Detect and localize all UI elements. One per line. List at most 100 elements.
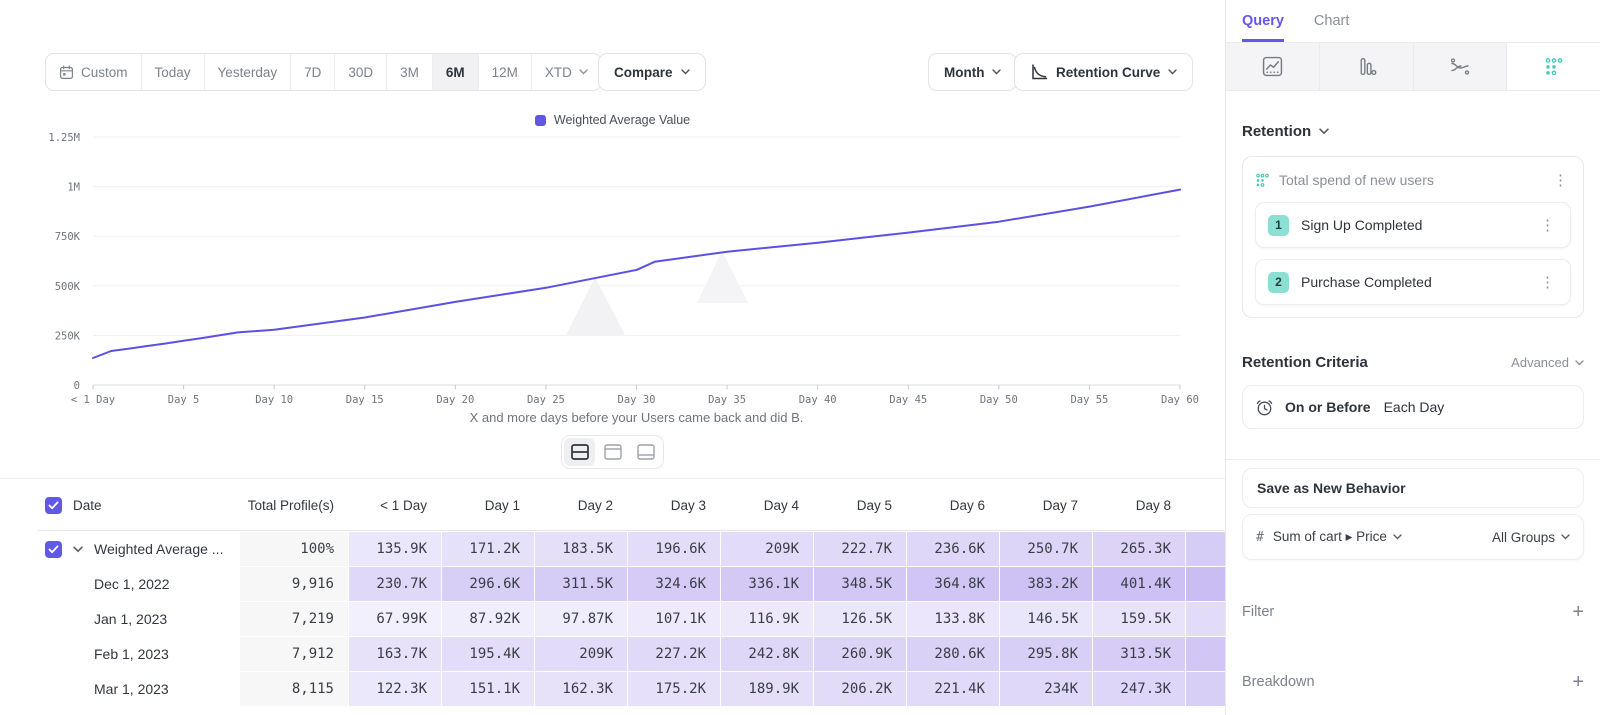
column-header-day-4[interactable]: Day 4 xyxy=(720,481,813,530)
query-panel: Query Chart xyxy=(1225,0,1600,715)
add-filter-button[interactable]: + xyxy=(1572,602,1584,622)
column-header-total-profile-s-[interactable]: Total Profile(s) xyxy=(240,481,348,530)
retention-grid-icon xyxy=(1544,57,1564,77)
measure-property-dropdown[interactable]: Sum of cart ▸ Price xyxy=(1273,529,1483,545)
retention-curve-icon xyxy=(1030,63,1048,81)
results-table: DateTotal Profile(s)< 1 DayDay 1Day 2Day… xyxy=(38,481,1225,706)
column-header-day-2[interactable]: Day 2 xyxy=(534,481,627,530)
tab-retention[interactable] xyxy=(1507,43,1600,90)
behavior-step-1[interactable]: 1 Sign Up Completed ⋮ xyxy=(1255,202,1571,248)
range-custom[interactable]: Custom xyxy=(46,54,141,90)
range-12m[interactable]: 12M xyxy=(478,54,531,90)
value-cell: 364.8K xyxy=(906,567,999,601)
step-number-badge: 2 xyxy=(1268,272,1289,293)
behavior-step-2[interactable]: 2 Purchase Completed ⋮ xyxy=(1255,259,1571,305)
chevron-down-icon xyxy=(1393,534,1402,540)
column-header-day-6[interactable]: Day 6 xyxy=(906,481,999,530)
clipped-column-header xyxy=(1185,481,1225,530)
row-label-cell[interactable]: Jan 1, 2023 xyxy=(38,602,240,636)
svg-text:0: 0 xyxy=(74,380,80,392)
date-range-group: CustomToday Yesterday 7D 30D 3M6M12M XTD xyxy=(45,53,602,91)
filter-label: Filter xyxy=(1242,604,1274,620)
tab-flow-chart[interactable] xyxy=(1414,43,1508,90)
svg-text:750K: 750K xyxy=(55,231,81,243)
row-label-cell[interactable]: Feb 1, 2023 xyxy=(38,637,240,671)
row-checkbox[interactable] xyxy=(45,541,62,558)
column-header-day-1[interactable]: Day 1 xyxy=(441,481,534,530)
svg-text:Day 30: Day 30 xyxy=(618,394,656,406)
row-label: Weighted Average ... xyxy=(94,541,223,557)
value-cell: 230.7K xyxy=(348,567,441,601)
main-area: CustomToday Yesterday 7D 30D 3M6M12M XTD Comp… xyxy=(0,0,1225,715)
row-label-cell[interactable]: Dec 1, 2022 xyxy=(38,567,240,601)
row-checkbox[interactable] xyxy=(45,497,62,514)
value-cell: 175.2K xyxy=(627,672,720,706)
retention-chart[interactable]: 0250K500K750K1M1.25M< 1 DayDay 5Day 10Da… xyxy=(0,130,1225,410)
chevron-down-icon xyxy=(579,69,588,75)
step-label: Sign Up Completed xyxy=(1301,217,1525,233)
row-label: Dec 1, 2022 xyxy=(94,576,170,592)
tab-query[interactable]: Query xyxy=(1242,0,1284,42)
value-cell: 280.6K xyxy=(906,637,999,671)
column-header-date[interactable]: Date xyxy=(38,481,240,530)
value-cell: 247.3K xyxy=(1092,672,1185,706)
chart-legend: Weighted Average Value xyxy=(0,113,1225,127)
value-cell: 206.2K xyxy=(813,672,906,706)
behavior-title: Total spend of new users xyxy=(1279,172,1541,188)
tab-line-chart[interactable] xyxy=(1226,43,1320,90)
expand-row-icon[interactable] xyxy=(73,546,83,553)
range-label: XTD xyxy=(545,65,572,80)
range-yesterday[interactable]: Yesterday xyxy=(204,54,291,90)
value-cell: 146.5K xyxy=(999,602,1092,636)
range-3m[interactable]: 3M xyxy=(386,54,432,90)
column-header-day-3[interactable]: Day 3 xyxy=(627,481,720,530)
range-6m[interactable]: 6M xyxy=(432,54,478,90)
advanced-label: Advanced xyxy=(1511,355,1569,370)
chart-type-button[interactable]: Retention Curve xyxy=(1014,53,1193,91)
all-groups-dropdown[interactable]: All Groups xyxy=(1492,530,1570,545)
filter-section: Filter + xyxy=(1242,602,1584,622)
tab-chart[interactable]: Chart xyxy=(1314,0,1349,42)
svg-text:Day 60: Day 60 xyxy=(1161,394,1199,406)
value-cell: 348.5K xyxy=(813,567,906,601)
clipped-value-cell xyxy=(1185,672,1225,706)
top-panel-layout-button[interactable] xyxy=(597,438,628,466)
step-kebab-menu[interactable]: ⋮ xyxy=(1537,275,1558,290)
tab-chart-label: Chart xyxy=(1314,13,1349,29)
total-profiles-cell: 9,916 xyxy=(240,567,348,601)
chevron-down-icon xyxy=(1575,360,1584,366)
add-breakdown-button[interactable]: + xyxy=(1572,672,1584,692)
chart-caption: X and more days before your Users came b… xyxy=(93,410,1180,425)
range-30d[interactable]: 30D xyxy=(334,54,386,90)
column-header-day-5[interactable]: Day 5 xyxy=(813,481,906,530)
value-cell: 260.9K xyxy=(813,637,906,671)
tab-bar-chart[interactable] xyxy=(1320,43,1414,90)
retention-section-label: Retention xyxy=(1242,123,1311,140)
column-header-day-8[interactable]: Day 8 xyxy=(1092,481,1185,530)
criteria-condition-card[interactable]: On or Before Each Day xyxy=(1242,385,1584,429)
column-header--1-day[interactable]: < 1 Day xyxy=(348,481,441,530)
compare-button[interactable]: Compare xyxy=(598,53,706,91)
save-as-new-behavior-button[interactable]: Save as New Behavior xyxy=(1242,468,1584,508)
all-groups-label: All Groups xyxy=(1492,530,1555,545)
granularity-button[interactable]: Month xyxy=(928,53,1017,91)
bottom-panel-layout-button[interactable] xyxy=(630,438,661,466)
svg-text:< 1 Day: < 1 Day xyxy=(71,394,115,406)
range-label: 30D xyxy=(348,65,373,80)
range-7d[interactable]: 7D xyxy=(290,54,334,90)
column-header-day-7[interactable]: Day 7 xyxy=(999,481,1092,530)
row-label-cell[interactable]: Weighted Average ... xyxy=(38,532,240,566)
behavior-kebab-menu[interactable]: ⋮ xyxy=(1550,173,1571,188)
legend-label: Weighted Average Value xyxy=(554,113,690,127)
step-kebab-menu[interactable]: ⋮ xyxy=(1537,218,1558,233)
value-cell: 151.1K xyxy=(441,672,534,706)
retention-section-header[interactable]: Retention xyxy=(1242,123,1584,140)
total-profiles-cell: 7,219 xyxy=(240,602,348,636)
range-label: Yesterday xyxy=(218,65,278,80)
row-label-cell[interactable]: Mar 1, 2023 xyxy=(38,672,240,706)
range-xtd[interactable]: XTD xyxy=(531,54,601,90)
advanced-dropdown[interactable]: Advanced xyxy=(1511,355,1584,370)
condition-value: Each Day xyxy=(1384,399,1445,415)
range-today[interactable]: Today xyxy=(141,54,204,90)
split-rows-layout-button[interactable] xyxy=(564,438,595,466)
